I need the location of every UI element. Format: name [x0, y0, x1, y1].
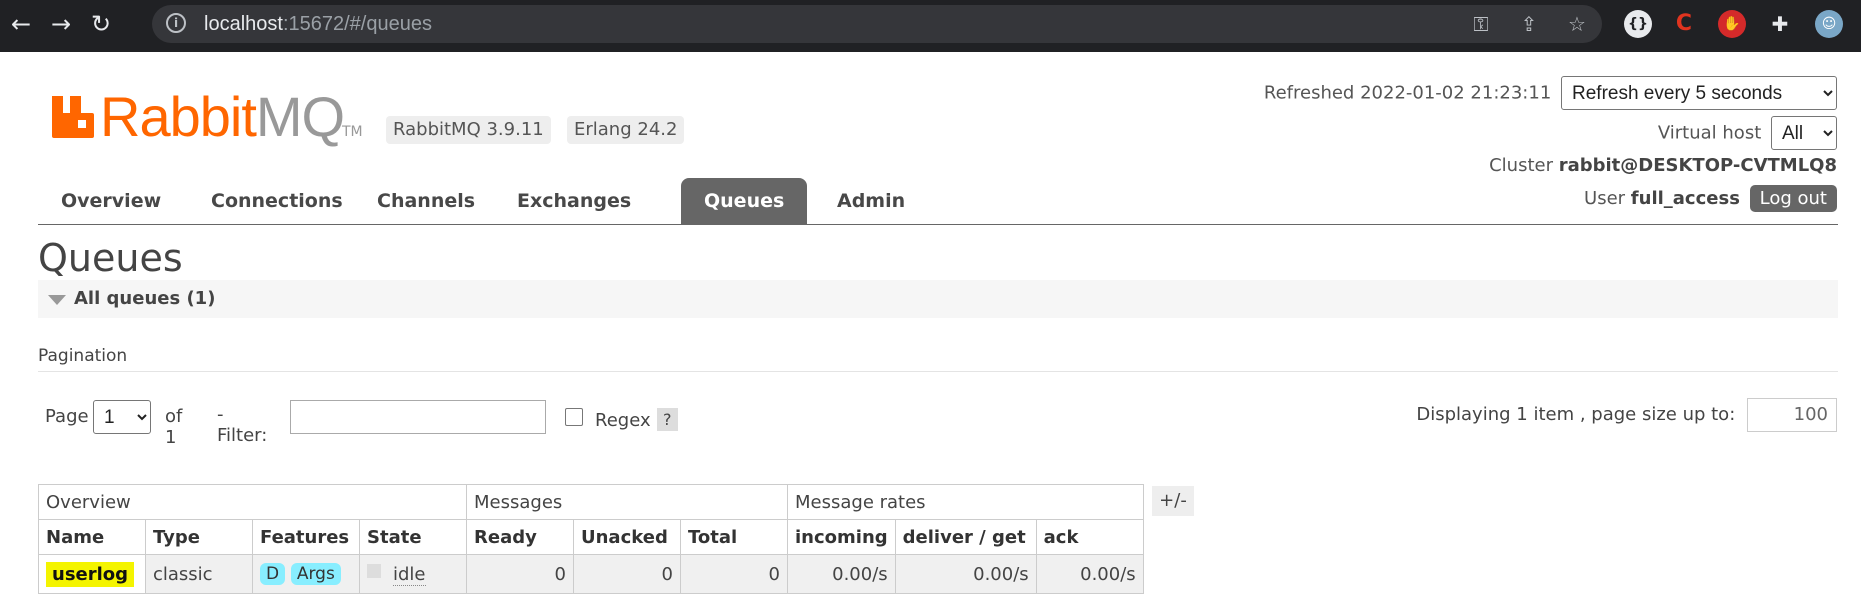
extension-stop-hand-icon[interactable]: ✋: [1718, 10, 1746, 38]
page-title: Queues: [38, 236, 183, 280]
profile-avatar[interactable]: ☺: [1815, 10, 1843, 38]
share-icon[interactable]: ⇪: [1516, 11, 1542, 37]
virtual-host-row: Virtual host All: [1658, 116, 1837, 150]
state-indicator-icon: [367, 563, 381, 578]
rabbit-mark-icon: [52, 96, 94, 138]
column-header-ack[interactable]: ack: [1035, 519, 1144, 555]
refresh-status: Refreshed 2022-01-02 21:23:11 Refresh ev…: [1264, 76, 1837, 110]
column-header-type[interactable]: Type: [145, 519, 253, 555]
address-bar[interactable]: i localhost:15672/#/queues ⚿ ⇪ ☆: [152, 5, 1602, 43]
column-toggle-button[interactable]: +/-: [1152, 486, 1194, 516]
feature-args-badge: Args: [290, 563, 341, 585]
collapse-triangle-icon: [48, 295, 66, 305]
browser-toolbar: ← → ↻ i localhost:15672/#/queues ⚿ ⇪ ☆ {…: [0, 0, 1861, 52]
main-tabs: Overview Connections Channels Exchanges …: [38, 178, 1838, 225]
column-header-features[interactable]: Features: [252, 519, 360, 555]
state-label: idle: [393, 563, 426, 586]
cluster-info: Cluster rabbit@DESKTOP-CVTMLQ8: [1489, 155, 1837, 176]
tab-connections[interactable]: Connections: [188, 178, 366, 224]
queues-table: Overview Messages Message rates Name Typ…: [38, 484, 1144, 594]
cell-features: D Args: [252, 554, 360, 594]
forward-arrow-icon[interactable]: →: [46, 9, 76, 39]
cell-total: 0: [680, 554, 788, 594]
erlang-version-badge: Erlang 24.2: [567, 116, 685, 144]
display-info: Displaying 1 item , page size up to: 100: [1416, 398, 1837, 432]
column-header-deliver-get[interactable]: deliver / get: [894, 519, 1037, 555]
url-text[interactable]: localhost:15672/#/queues: [204, 13, 432, 36]
extension-c-icon[interactable]: C: [1670, 10, 1698, 38]
tab-overview[interactable]: Overview: [38, 178, 184, 224]
cell-incoming: 0.00/s: [787, 554, 896, 594]
section-label: All queues (1): [74, 288, 216, 309]
tab-exchanges[interactable]: Exchanges: [494, 178, 654, 224]
filter-input[interactable]: [290, 400, 546, 434]
divider: [38, 371, 1838, 372]
bookmark-star-icon[interactable]: ☆: [1564, 11, 1590, 37]
all-queues-section-toggle[interactable]: All queues (1): [38, 280, 1838, 318]
key-icon[interactable]: ⚿: [1468, 11, 1494, 37]
feature-durable-badge: D: [260, 563, 286, 585]
back-arrow-icon[interactable]: ←: [6, 9, 36, 39]
column-header-ready[interactable]: Ready: [466, 519, 574, 555]
column-header-state[interactable]: State: [359, 519, 467, 555]
extension-json-icon[interactable]: {}: [1624, 10, 1652, 38]
cell-state: idle: [359, 554, 467, 594]
table-row: userlog classic D Args idle 0 0 0 0.00/s…: [38, 554, 1144, 594]
page-label: Page: [45, 406, 89, 427]
rabbitmq-version-badge: RabbitMQ 3.9.11: [386, 116, 551, 144]
group-header-overview: Overview: [38, 484, 467, 520]
reload-icon[interactable]: ↻: [86, 9, 116, 39]
regex-checkbox[interactable]: [565, 408, 583, 426]
refresh-interval-select[interactable]: Refresh every 5 seconds: [1561, 76, 1837, 110]
queue-name-link[interactable]: userlog: [46, 561, 135, 587]
cell-name: userlog: [38, 554, 146, 594]
cell-type: classic: [145, 554, 253, 594]
site-info-icon[interactable]: i: [166, 13, 186, 33]
regex-label: Regex: [595, 410, 651, 431]
page-count: of 1: [165, 406, 183, 448]
extensions-puzzle-icon[interactable]: ✚: [1766, 10, 1794, 38]
cell-ready: 0: [466, 554, 574, 594]
column-header-total[interactable]: Total: [680, 519, 788, 555]
virtual-host-select[interactable]: All: [1771, 116, 1837, 150]
help-button[interactable]: ?: [657, 408, 678, 431]
group-header-messages: Messages: [466, 484, 788, 520]
group-header-message-rates: Message rates: [787, 484, 1144, 520]
page-select[interactable]: 1: [93, 400, 151, 434]
cell-unacked: 0: [573, 554, 681, 594]
page-size-input[interactable]: 100: [1747, 398, 1837, 432]
column-header-unacked[interactable]: Unacked: [573, 519, 681, 555]
column-header-incoming[interactable]: incoming: [787, 519, 896, 555]
tab-queues[interactable]: Queues: [681, 178, 808, 224]
tab-channels[interactable]: Channels: [354, 178, 498, 224]
pagination-title: Pagination: [38, 346, 128, 366]
cell-deliver-get: 0.00/s: [894, 554, 1037, 594]
filter-label: - Filter:: [217, 404, 268, 446]
tab-admin[interactable]: Admin: [814, 178, 928, 224]
cell-ack: 0.00/s: [1035, 554, 1144, 594]
column-header-name[interactable]: Name: [38, 519, 146, 555]
